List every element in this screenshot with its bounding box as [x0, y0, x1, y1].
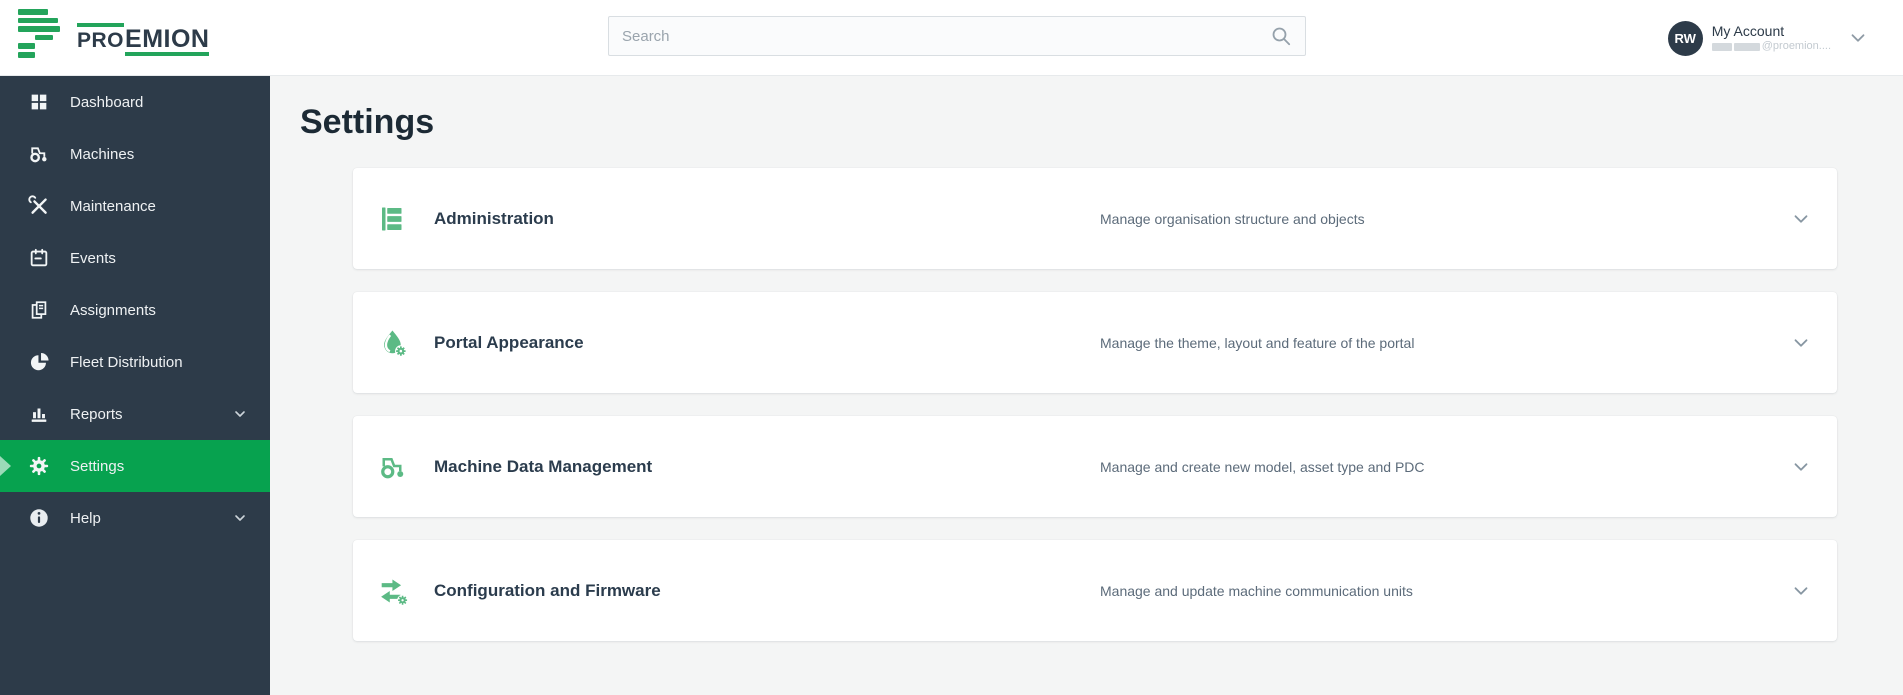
sidebar-item-label: Dashboard: [70, 93, 144, 111]
org-structure-icon: [382, 207, 402, 230]
account-email: @proemion....: [1711, 40, 1831, 53]
email-redaction-block: [1733, 42, 1760, 51]
tractor-icon: [30, 147, 47, 163]
card-description: Manage and update machine communication …: [1100, 582, 1413, 599]
card-title: Configuration and Firmware: [434, 580, 661, 600]
sidebar-item-label: Assignments: [70, 301, 156, 319]
app-root: PRO EMION RW My Account @proemion....: [0, 0, 1903, 695]
sidebar-item-label: Settings: [70, 457, 125, 475]
sidebar-item-dashboard[interactable]: Dashboard: [0, 76, 270, 128]
proemion-logo[interactable]: PRO EMION: [18, 9, 210, 61]
pie-chart-icon: [30, 353, 49, 371]
chevron-down-icon[interactable]: [1790, 580, 1812, 602]
active-item-arrow-icon: [0, 456, 11, 476]
sidebar-item-label: Reports: [70, 405, 123, 423]
topbar: PRO EMION RW My Account @proemion....: [0, 0, 1903, 76]
sidebar-item-reports[interactable]: Reports: [0, 388, 270, 440]
documents-icon: [31, 301, 47, 319]
account-menu[interactable]: RW My Account @proemion....: [1667, 11, 1869, 65]
chevron-down-icon[interactable]: [1790, 332, 1812, 354]
dashboard-grid-icon: [31, 94, 47, 110]
chevron-down-icon[interactable]: [232, 406, 248, 422]
info-icon: [30, 509, 48, 527]
settings-card-configuration-and-firmware[interactable]: Configuration and Firmware Manage and up…: [353, 540, 1837, 641]
tractor-icon: [381, 457, 404, 478]
sidebar-item-maintenance[interactable]: Maintenance: [0, 180, 270, 232]
card-description: Manage organisation structure and object…: [1100, 210, 1365, 227]
page-title: Settings: [300, 103, 435, 141]
search-icon[interactable]: [1269, 24, 1293, 48]
card-title: Portal Appearance: [434, 332, 584, 352]
settings-card-administration[interactable]: Administration Manage organisation struc…: [353, 168, 1837, 269]
search-box: [608, 16, 1306, 56]
sidebar-item-label: Machines: [70, 145, 135, 163]
chevron-down-icon[interactable]: [1790, 456, 1812, 478]
sidebar-item-assignments[interactable]: Assignments: [0, 284, 270, 336]
sidebar-item-help[interactable]: Help: [0, 492, 270, 544]
account-text: My Account @proemion....: [1711, 23, 1831, 53]
main-content: Settings Administration Manage organisat…: [270, 76, 1903, 695]
chevron-down-icon[interactable]: [1790, 208, 1812, 230]
sidebar-item-fleet-distribution[interactable]: Fleet Distribution: [0, 336, 270, 388]
proemion-logo-text: PRO EMION: [77, 23, 210, 56]
card-description: Manage the theme, layout and feature of …: [1100, 334, 1415, 351]
settings-card-portal-appearance[interactable]: Portal Appearance Manage the theme, layo…: [353, 292, 1837, 393]
chevron-down-icon[interactable]: [232, 510, 248, 526]
settings-card-machine-data-management[interactable]: Machine Data Management Manage and creat…: [353, 416, 1837, 517]
sidebar-item-settings[interactable]: Settings: [0, 440, 270, 492]
card-description: Manage and create new model, asset type …: [1100, 458, 1425, 475]
logo-text-emion: EMION: [125, 27, 210, 56]
account-label: My Account: [1711, 23, 1785, 39]
sidebar-item-label: Maintenance: [70, 197, 156, 215]
transfer-arrows-gear-icon: [381, 578, 408, 606]
calendar-icon: [30, 248, 48, 267]
logo-text-pro: PRO: [77, 23, 125, 51]
sidebar-item-label: Fleet Distribution: [70, 353, 183, 371]
gear-icon: [29, 456, 49, 476]
sidebar-item-label: Events: [70, 249, 116, 267]
sidebar-item-machines[interactable]: Machines: [0, 128, 270, 180]
proemion-logo-icon: [18, 9, 62, 58]
card-title: Machine Data Management: [434, 456, 653, 476]
tools-icon: [28, 195, 47, 214]
bar-chart-icon: [31, 408, 47, 422]
search-input[interactable]: [608, 16, 1306, 56]
email-redaction-block: [1711, 42, 1732, 51]
account-chevron-down-icon[interactable]: [1847, 27, 1869, 49]
theme-drop-gear-icon: [384, 330, 407, 357]
card-title: Administration: [434, 208, 554, 228]
settings-card-list: Administration Manage organisation struc…: [353, 168, 1837, 641]
account-email-suffix: @proemion....: [1761, 40, 1831, 52]
sidebar: Dashboard Machines Maintenance Events As…: [0, 76, 270, 695]
sidebar-item-label: Help: [70, 509, 101, 527]
sidebar-item-events[interactable]: Events: [0, 232, 270, 284]
avatar[interactable]: RW: [1667, 20, 1703, 56]
